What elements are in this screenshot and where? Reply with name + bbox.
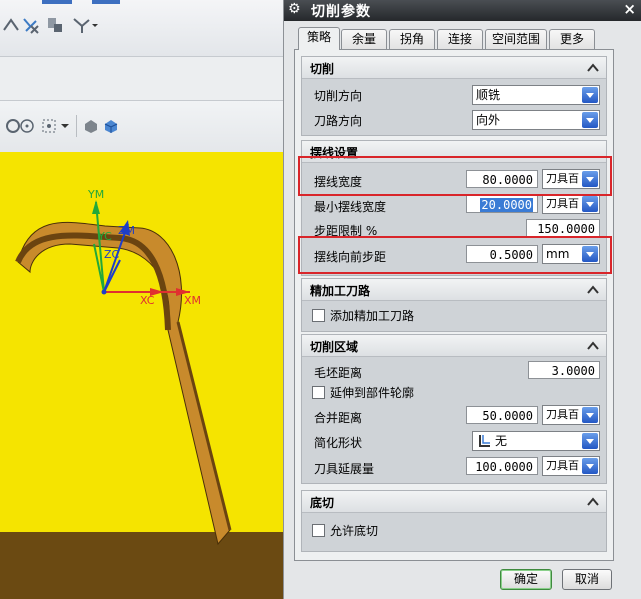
- collapse-caret-icon[interactable]: [585, 338, 601, 353]
- axis-label-zc: ZC: [104, 248, 120, 261]
- section-title: 切削: [310, 62, 335, 76]
- close-icon[interactable]: ×: [623, 0, 636, 18]
- allow-undercut-checkbox[interactable]: [312, 524, 325, 537]
- section-header[interactable]: 精加工刀路: [302, 279, 606, 301]
- merge-distance-input[interactable]: 50.0000: [466, 406, 538, 424]
- axis-label-yc: YC: [98, 230, 112, 243]
- collapse-caret-icon[interactable]: [585, 60, 601, 75]
- section-header[interactable]: 切削: [302, 57, 606, 79]
- select-value: 向外: [476, 113, 501, 127]
- section-cut-region: 切削区域 毛坯距离 3.0000 延伸到部件轮廓 合并距离 50.0000 刀具…: [301, 334, 607, 484]
- highlight-trochoid-width: [298, 156, 612, 196]
- toolbar-accent: [92, 0, 120, 4]
- tab-panel-strategy: 切削 切削方向 顺铣 刀路方向 向外 摆线设置 摆线宽度 80.0000 刀具百: [294, 49, 614, 561]
- section-undercut: 底切 允许底切: [301, 490, 607, 552]
- section-finish-passes: 精加工刀路 添加精加工刀路: [301, 278, 607, 332]
- tool-path-direction-label: 刀路方向: [314, 114, 363, 128]
- tool-extension-input[interactable]: 100.0000: [466, 457, 538, 475]
- selection-box-icon[interactable]: [40, 117, 58, 135]
- axis-label-ym: YM: [88, 188, 105, 201]
- highlight-forward-step: [298, 236, 612, 274]
- extend-curve-icon[interactable]: [72, 16, 98, 34]
- select-value: 刀具百: [546, 197, 579, 210]
- tool-extension-label: 刀具延展量: [314, 462, 375, 476]
- collapse-caret-icon[interactable]: [585, 494, 601, 509]
- extend-to-part-checkbox[interactable]: [312, 386, 325, 399]
- shaded-edges-icon[interactable]: [102, 117, 120, 135]
- blank-distance-label: 毛坯距离: [314, 366, 363, 380]
- section-title: 精加工刀路: [310, 284, 371, 298]
- toolbar-gap: [0, 57, 284, 100]
- select-value: 刀具百: [546, 408, 579, 421]
- center-icon[interactable]: [18, 117, 36, 135]
- section-title: 切削区域: [310, 340, 359, 354]
- tool-extension-unit-select[interactable]: 刀具百: [542, 456, 600, 476]
- dialog-titlebar: ⚙ 切削参数 ×: [284, 0, 641, 21]
- merge-distance-label: 合并距离: [314, 411, 363, 425]
- min-trochoid-width-input[interactable]: 20.0000: [466, 195, 538, 213]
- cad-window: YM YC ZM ZC XC XM: [0, 0, 284, 599]
- dropdown-arrow-icon[interactable]: [582, 196, 598, 212]
- min-trochoid-width-label: 最小摆线宽度: [314, 200, 387, 214]
- delete-curve-icon[interactable]: [22, 16, 40, 34]
- gear-icon[interactable]: ⚙: [288, 1, 301, 17]
- tab-containment[interactable]: 空间范围: [485, 29, 547, 49]
- selected-text: 20.0000: [480, 198, 533, 212]
- cancel-button[interactable]: 取消: [562, 569, 612, 590]
- section-title: 底切: [310, 496, 335, 510]
- tab-more[interactable]: 更多: [549, 29, 595, 49]
- shape-outline-icon: [479, 435, 490, 447]
- add-finish-pass-checkbox[interactable]: [312, 309, 325, 322]
- ok-button[interactable]: 确定: [500, 569, 552, 590]
- dropdown-arrow-icon[interactable]: [582, 87, 598, 103]
- axis-label-xm: XM: [184, 294, 202, 307]
- cut-direction-select[interactable]: 顺铣: [472, 85, 600, 105]
- merge-distance-unit-select[interactable]: 刀具百: [542, 405, 600, 425]
- toolbar-accent: [42, 0, 72, 4]
- top-toolbar: [0, 0, 284, 57]
- trim-curve-icon[interactable]: [2, 16, 20, 34]
- select-value: 刀具百: [546, 459, 579, 472]
- view-toolbar: [0, 100, 284, 153]
- collapse-caret-icon[interactable]: [585, 282, 601, 297]
- blank-distance-input[interactable]: 3.0000: [528, 361, 600, 379]
- dropdown-arrow-icon[interactable]: [582, 433, 598, 449]
- part-model: [0, 200, 284, 599]
- select-value: 顺铣: [476, 88, 501, 102]
- tab-corners[interactable]: 拐角: [389, 29, 435, 49]
- step-limit-input[interactable]: 150.0000: [526, 219, 600, 237]
- shaded-icon[interactable]: [82, 117, 100, 135]
- tab-connections[interactable]: 连接: [437, 29, 483, 49]
- axis-label-xc: XC: [140, 294, 155, 307]
- allow-undercut-label: 允许底切: [330, 524, 379, 538]
- add-finish-pass-label: 添加精加工刀路: [330, 309, 415, 323]
- offset-curve-icon[interactable]: [46, 16, 64, 34]
- tab-strategy[interactable]: 策略: [298, 27, 340, 50]
- dialog-title: 切削参数: [311, 4, 371, 20]
- section-cut: 切削 切削方向 顺铣 刀路方向 向外: [301, 56, 607, 136]
- select-value: 无: [495, 434, 508, 448]
- axis-label-zm: ZM: [118, 224, 136, 237]
- tab-stock[interactable]: 余量: [341, 29, 387, 49]
- ground-face: [0, 532, 284, 599]
- section-header[interactable]: 切削区域: [302, 335, 606, 357]
- divider: [76, 115, 77, 137]
- simplify-shape-select[interactable]: 无: [472, 431, 600, 451]
- cut-parameters-dialog: ⚙ 切削参数 × 策略 余量 拐角 连接 空间范围 更多 切削 切削方向 顺铣 …: [283, 0, 641, 599]
- dropdown-arrow-icon[interactable]: [582, 407, 598, 423]
- min-trochoid-width-unit-select[interactable]: 刀具百: [542, 194, 600, 214]
- cut-direction-label: 切削方向: [314, 89, 363, 103]
- tool-path-direction-select[interactable]: 向外: [472, 110, 600, 130]
- dropdown-arrow-icon[interactable]: [582, 458, 598, 474]
- dropdown-arrow-icon[interactable]: [582, 112, 598, 128]
- section-header[interactable]: 底切: [302, 491, 606, 513]
- simplify-shape-label: 简化形状: [314, 436, 363, 450]
- graphics-viewport[interactable]: YM YC ZM ZC XC XM: [0, 152, 284, 599]
- arch-wall: [18, 222, 230, 544]
- extend-to-part-label: 延伸到部件轮廓: [330, 386, 415, 400]
- chevron-down-icon[interactable]: [60, 119, 70, 137]
